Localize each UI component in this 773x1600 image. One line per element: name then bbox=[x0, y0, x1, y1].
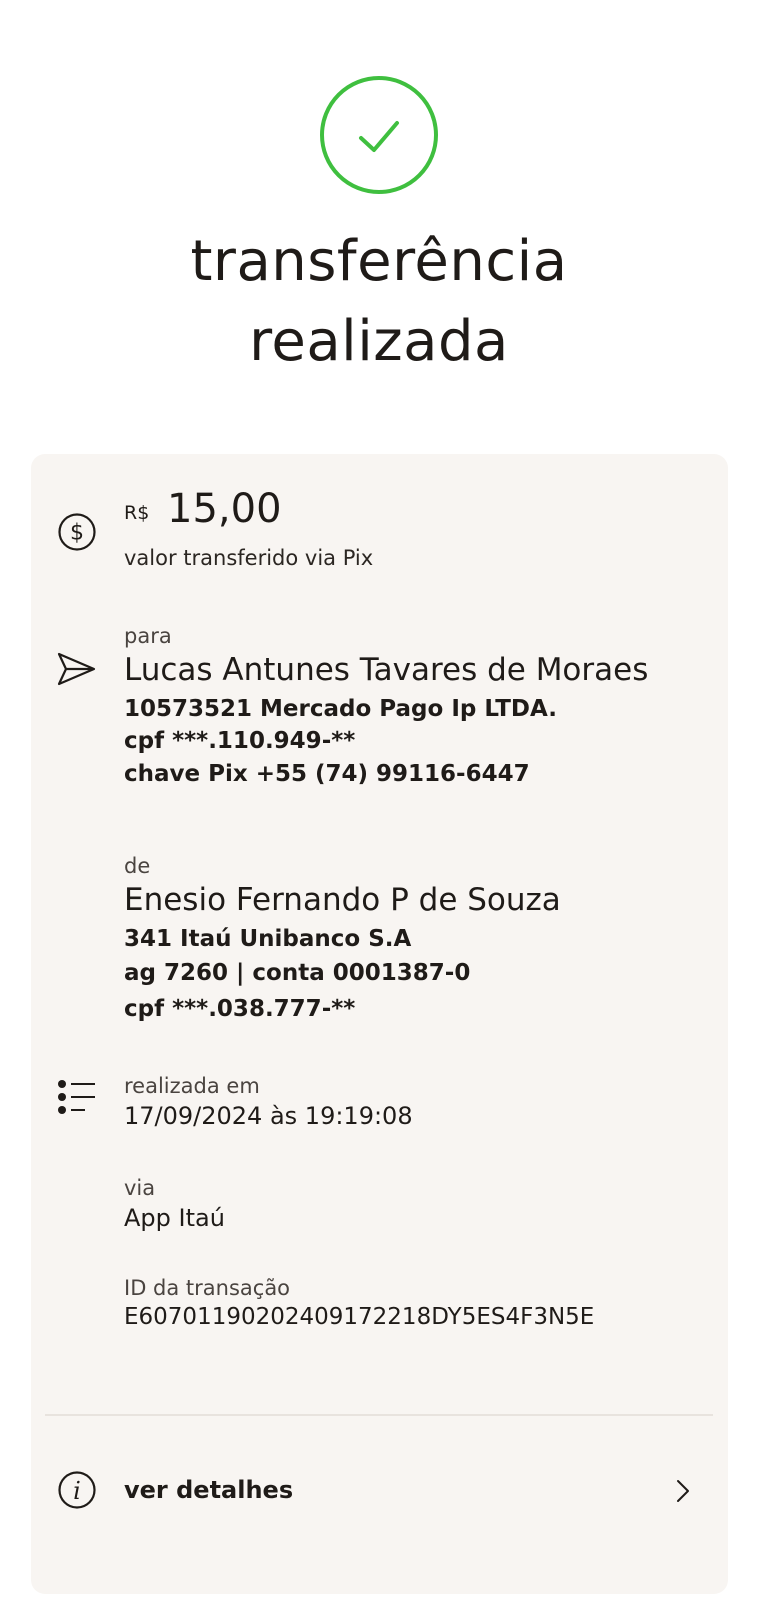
chevron-right-icon bbox=[675, 1478, 691, 1508]
view-details-button[interactable]: i ver detalhes bbox=[31, 1444, 728, 1534]
via-label: via bbox=[124, 1176, 156, 1200]
dollar-circle-icon: $ bbox=[57, 512, 97, 556]
transaction-id-label: ID da transação bbox=[124, 1276, 291, 1300]
recipient-bank: 10573521 Mercado Pago Ip LTDA. bbox=[124, 696, 557, 722]
list-icon bbox=[57, 1078, 97, 1122]
receipt-card: $ R$ 15,00 valor transferido via Pix par… bbox=[31, 454, 728, 1594]
page-title: transferência realizada bbox=[0, 222, 758, 382]
title-line-2: realizada bbox=[249, 309, 509, 374]
sender-cpf: cpf ***.038.777-** bbox=[124, 996, 356, 1022]
date-value: 17/09/2024 às 19:19:08 bbox=[124, 1102, 413, 1130]
svg-text:i: i bbox=[73, 1477, 81, 1505]
currency-symbol: R$ bbox=[124, 502, 150, 524]
sender-bank: 341 Itaú Unibanco S.A bbox=[124, 926, 412, 952]
title-line-1: transferência bbox=[190, 229, 568, 294]
date-label: realizada em bbox=[124, 1074, 260, 1098]
recipient-pix-key: chave Pix +55 (74) 99116-6447 bbox=[124, 761, 530, 787]
transaction-id-value: E60701190202409172218DY5ES4F3N5E bbox=[124, 1304, 595, 1330]
recipient-name: Lucas Antunes Tavares de Moraes bbox=[124, 652, 649, 688]
transfer-amount: 15,00 bbox=[167, 486, 282, 532]
success-check-icon bbox=[320, 76, 438, 194]
info-icon: i bbox=[57, 1470, 97, 1514]
svg-text:$: $ bbox=[70, 521, 84, 546]
recipient-label: para bbox=[124, 624, 172, 648]
sender-name: Enesio Fernando P de Souza bbox=[124, 882, 561, 918]
view-details-label: ver detalhes bbox=[124, 1476, 294, 1504]
send-icon bbox=[57, 652, 97, 690]
amount-caption: valor transferido via Pix bbox=[124, 546, 374, 570]
divider bbox=[45, 1414, 713, 1416]
sender-label: de bbox=[124, 854, 151, 878]
via-value: App Itaú bbox=[124, 1204, 225, 1232]
recipient-cpf: cpf ***.110.949-** bbox=[124, 728, 356, 754]
sender-account: ag 7260 | conta 0001387-0 bbox=[124, 960, 471, 986]
